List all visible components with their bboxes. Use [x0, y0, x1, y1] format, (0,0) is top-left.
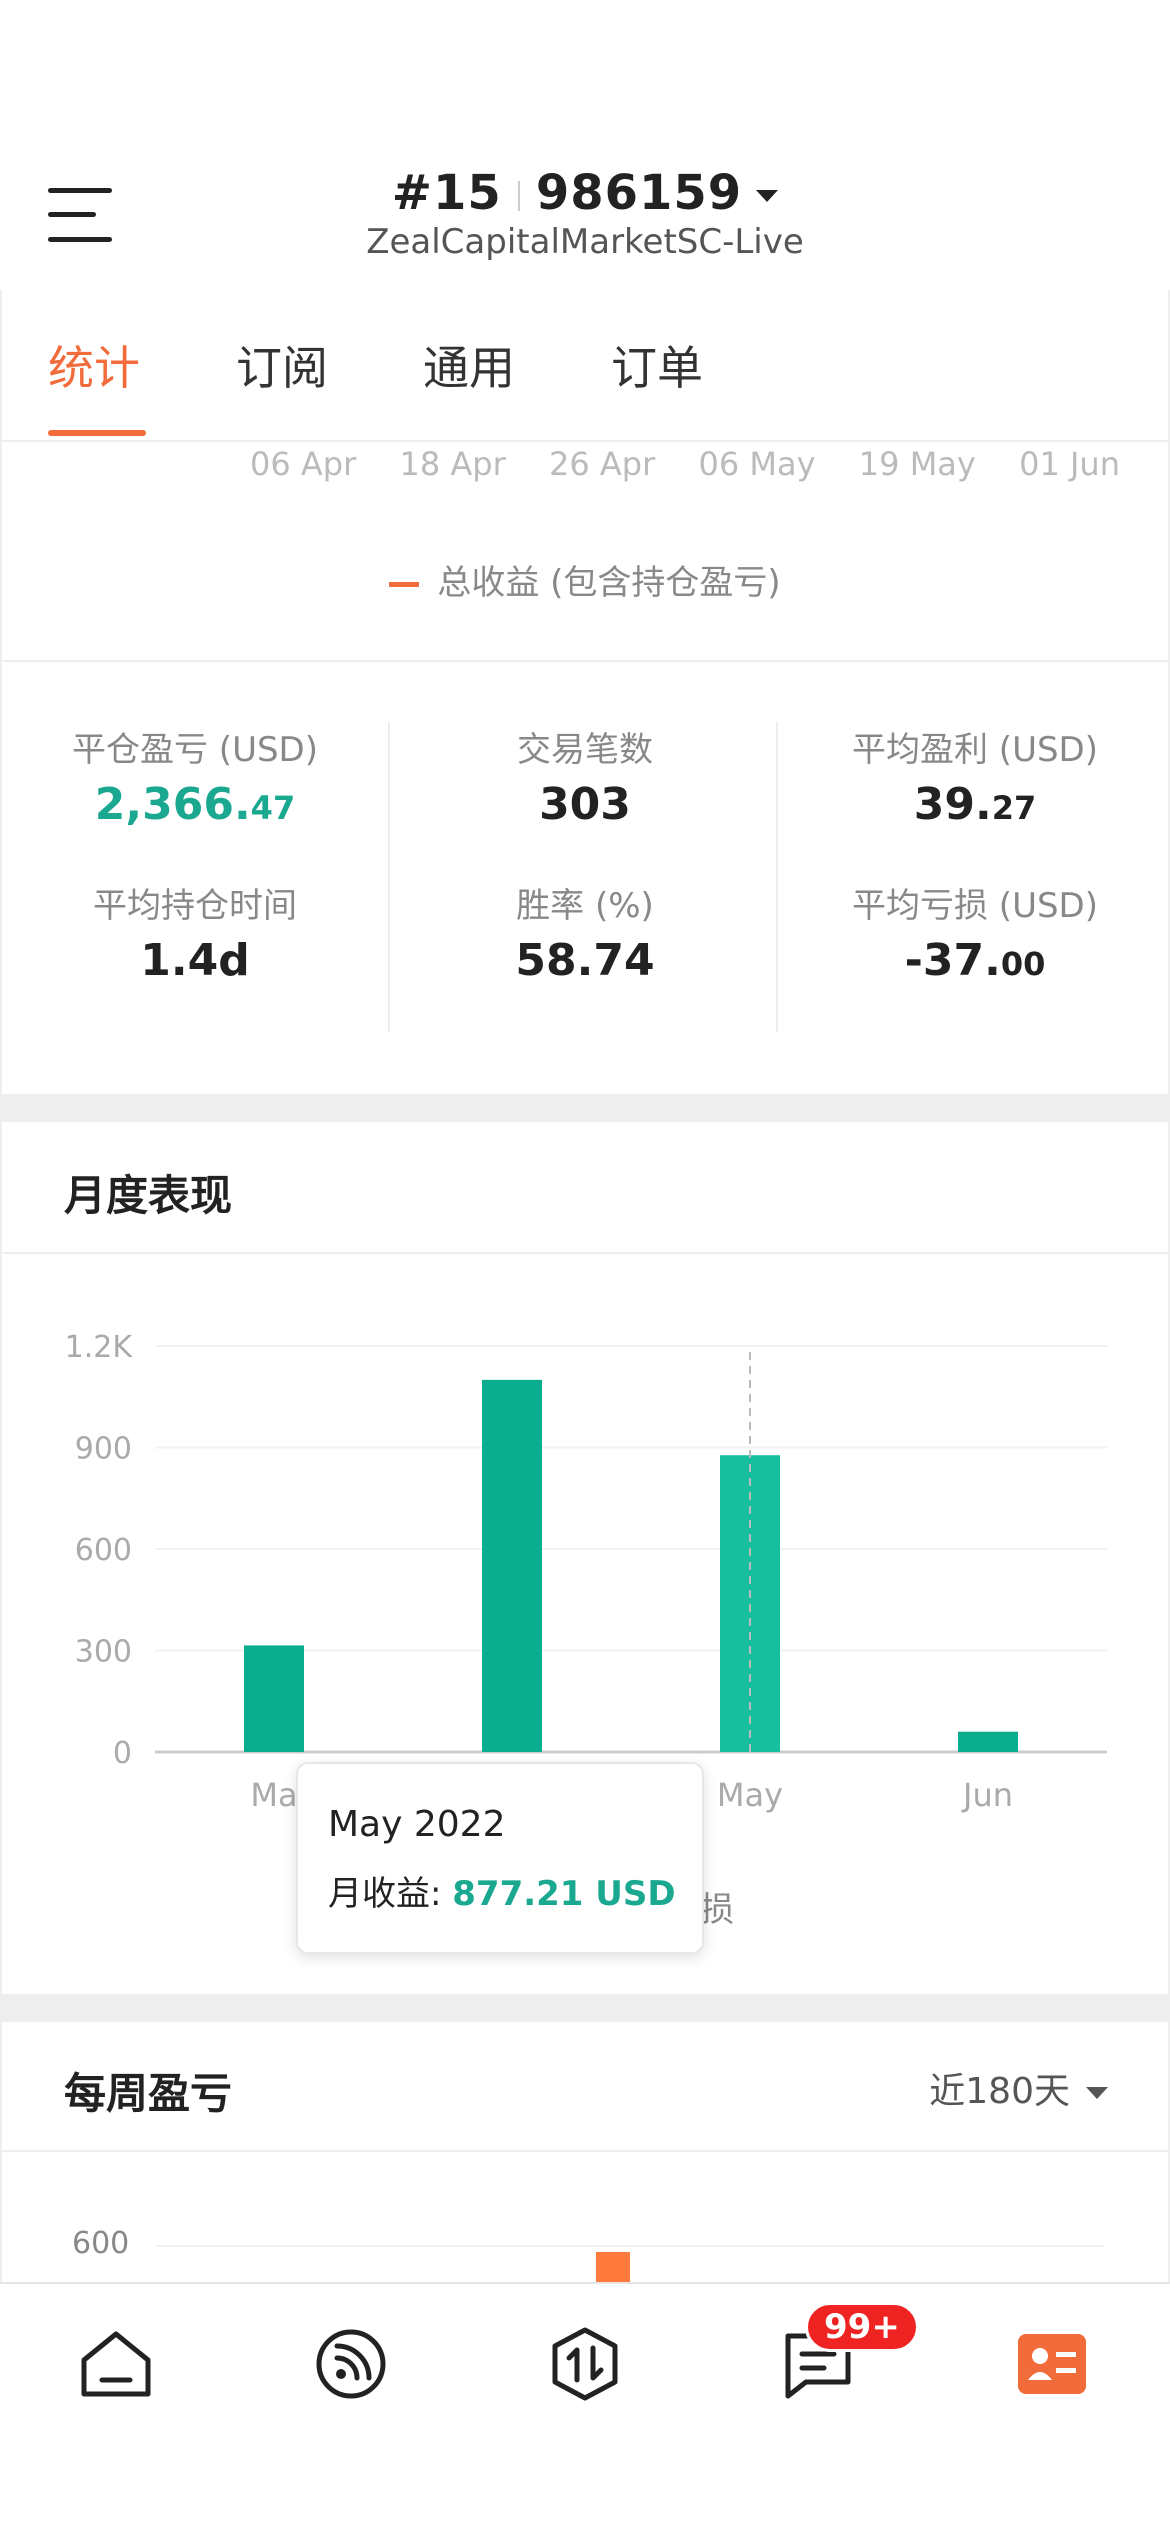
account-selector[interactable]: #15 986159: [0, 165, 1170, 221]
chevron-down-icon: [1086, 2087, 1108, 2099]
monthly-title: 月度表现: [64, 1171, 233, 1220]
y-tick-label: 600: [75, 1533, 132, 1568]
stat-avg-loss: 平均亏损 (USD) -37.00: [780, 878, 1170, 986]
stat-label: 平均持仓时间: [93, 886, 297, 926]
account-number: #15: [391, 165, 502, 221]
stat-divider: [388, 722, 390, 1032]
stat-closed-pnl: 平仓盈亏 (USD) 2,366.47: [0, 722, 390, 830]
x-tick: 06 Apr: [250, 445, 357, 483]
y-tick-label: 900: [75, 1432, 132, 1467]
bottom-nav: [0, 2282, 1170, 2534]
monthly-legend-partial: 损: [700, 1890, 734, 1930]
legend-swatch: [389, 582, 420, 587]
section-gap: [0, 1094, 1170, 1122]
stat-value: 58.74: [515, 935, 655, 986]
home-icon[interactable]: [76, 2324, 156, 2404]
stat-value: 2,366.47: [94, 779, 296, 830]
stat-avg-profit: 平均盈利 (USD) 39.27: [780, 722, 1170, 830]
tab-active-indicator: [48, 430, 146, 436]
weekly-y-tick: 600: [72, 2226, 130, 2261]
notification-badge: 99+: [805, 2302, 919, 2352]
bar-apr[interactable]: [482, 1379, 542, 1752]
tooltip-value: 月收益: 877.21 USD: [328, 1874, 676, 1914]
range-dropdown[interactable]: 近180天: [929, 2062, 1108, 2114]
tooltip-title: May 2022: [328, 1804, 506, 1845]
tab-orders[interactable]: 订单: [611, 332, 703, 398]
stat-value: 1.4d: [140, 935, 250, 986]
stat-label: 胜率 (%): [516, 886, 654, 926]
stat-divider: [776, 722, 778, 1032]
stat-value: -37.00: [904, 935, 1046, 986]
bar-mar[interactable]: [244, 1645, 304, 1752]
equity-x-axis: 06 Apr 18 Apr 26 Apr 06 May 19 May 01 Ju…: [250, 445, 1120, 483]
chevron-down-icon: [756, 190, 779, 202]
stat-value: 303: [539, 779, 631, 830]
y-tick-label: 300: [75, 1635, 132, 1670]
range-label: 近180天: [929, 2071, 1070, 2112]
x-tick: 06 May: [698, 445, 816, 483]
x-tick: 26 Apr: [549, 445, 656, 483]
x-tick: 19 May: [858, 445, 976, 483]
profile-icon[interactable]: [1012, 2324, 1092, 2404]
stat-label: 平均亏损 (USD): [852, 886, 1098, 926]
tab-bar: 统计 订阅 通用 订单: [0, 290, 1170, 442]
account-id: 986159: [535, 165, 743, 221]
y-tick-label: 1.2K: [65, 1330, 134, 1365]
stat-label: 平仓盈亏 (USD): [72, 730, 318, 770]
tab-stats[interactable]: 统计: [48, 332, 140, 398]
x-tick: 18 Apr: [399, 445, 506, 483]
weekly-gridline: [155, 2245, 1105, 2247]
section-gap: [0, 1994, 1170, 2022]
weekly-title: 每周盈亏: [64, 2069, 233, 2118]
divider: [0, 2150, 1170, 2152]
bar-jun[interactable]: [958, 1731, 1018, 1752]
x-tick: 01 Jun: [1019, 445, 1120, 483]
x-tick-label: Jun: [961, 1776, 1013, 1814]
stat-win-rate: 胜率 (%) 58.74: [390, 878, 780, 986]
tab-general[interactable]: 通用: [423, 332, 515, 398]
x-tick-label: Ma: [250, 1776, 297, 1814]
server-name: ZealCapitalMarketSC-Live: [366, 222, 804, 262]
chart-tooltip: May 2022 月收益: 877.21 USD: [296, 1762, 704, 1954]
stat-label: 交易笔数: [517, 730, 653, 770]
weekly-bar: [596, 2252, 630, 2284]
x-tick-label: May: [717, 1776, 783, 1814]
stat-trades: 交易笔数 303: [390, 722, 780, 830]
stat-label: 平均盈利 (USD): [852, 730, 1098, 770]
legend-label: 总收益 (包含持仓盈亏): [437, 563, 781, 603]
trade-icon[interactable]: [545, 2324, 625, 2404]
stat-avg-hold: 平均持仓时间 1.4d: [0, 878, 390, 986]
y-tick-label: 0: [113, 1736, 132, 1771]
tab-subscribe[interactable]: 订阅: [236, 332, 328, 398]
divider: [0, 660, 1170, 662]
feed-icon[interactable]: [311, 2324, 391, 2404]
stat-value: 39.27: [913, 779, 1037, 830]
equity-legend[interactable]: 总收益 (包含持仓盈亏): [0, 555, 1170, 604]
